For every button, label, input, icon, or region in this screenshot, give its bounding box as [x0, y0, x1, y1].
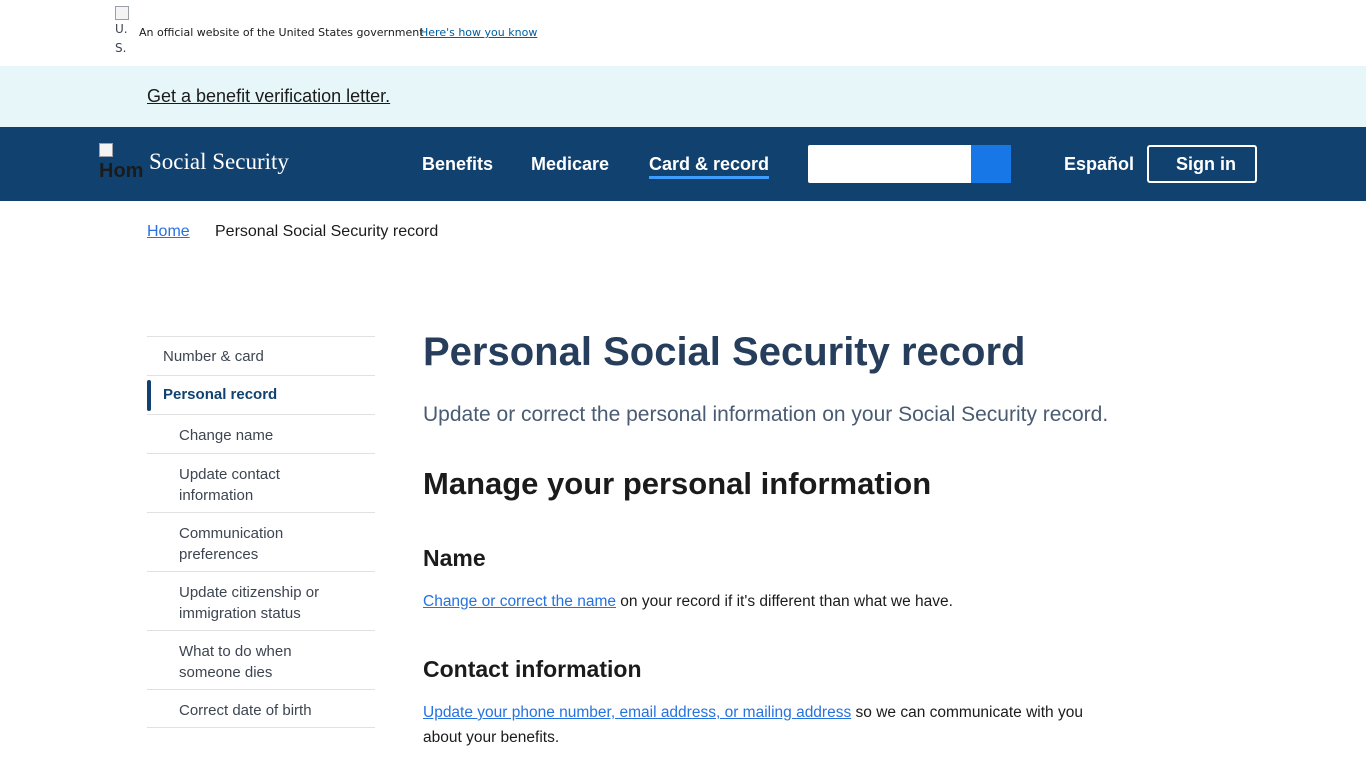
sidenav-change-name[interactable]: Change name	[147, 414, 375, 453]
section-heading: Manage your personal information	[423, 466, 932, 501]
sidenav-date-of-birth[interactable]: Correct date of birth	[147, 689, 375, 728]
brand-name[interactable]: Social Security	[149, 149, 289, 175]
sidenav-update-contact[interactable]: Update contact information	[147, 453, 375, 512]
search-input[interactable]	[808, 145, 971, 183]
sidenav-personal-record[interactable]: Personal record	[147, 375, 375, 414]
nav-medicare[interactable]: Medicare	[531, 154, 609, 175]
name-paragraph: Change or correct the name on your recor…	[423, 589, 1123, 614]
broken-image-icon	[99, 143, 113, 157]
broken-image-icon	[115, 6, 129, 20]
breadcrumb-home[interactable]: Home	[147, 223, 190, 241]
search-button[interactable]	[971, 145, 1011, 183]
official-site-text: An official website of the United States…	[139, 26, 424, 39]
home-logo-icon[interactable]: Home	[99, 143, 143, 187]
sidenav-citizenship-status[interactable]: Update citizenship or immigration status	[147, 571, 375, 630]
us-flag-alt-text: U.S. flag	[115, 22, 128, 55]
nav-benefits[interactable]: Benefits	[422, 154, 493, 175]
page-lead: Update or correct the personal informati…	[423, 403, 1109, 426]
page-title: Personal Social Security record	[423, 330, 1026, 374]
update-contact-link[interactable]: Update your phone number, email address,…	[423, 704, 851, 721]
how-you-know-link[interactable]: Here's how you know	[420, 26, 537, 39]
us-flag-icon: U.S. flag	[115, 6, 132, 60]
sidenav-number-card[interactable]: Number & card	[147, 336, 375, 375]
contact-paragraph: Update your phone number, email address,…	[423, 700, 1123, 750]
name-heading: Name	[423, 545, 486, 571]
sidenav-communication-preferences[interactable]: Communication preferences	[147, 512, 375, 571]
benefit-letter-link[interactable]: Get a benefit verification letter.	[147, 86, 390, 107]
sidenav-someone-dies[interactable]: What to do when someone dies	[147, 630, 375, 689]
home-logo-alt-text: Home	[99, 160, 143, 182]
change-name-link[interactable]: Change or correct the name	[423, 593, 616, 610]
nav-card-record[interactable]: Card & record	[649, 154, 770, 179]
side-navigation: Number & card Personal record Change nam…	[147, 336, 375, 728]
sign-in-button[interactable]: Sign in	[1147, 145, 1257, 183]
name-paragraph-text: on your record if it's different than wh…	[616, 593, 953, 610]
breadcrumb-current: Personal Social Security record	[215, 223, 439, 240]
contact-heading: Contact information	[423, 656, 642, 682]
language-espanol-link[interactable]: Español	[1064, 154, 1134, 175]
